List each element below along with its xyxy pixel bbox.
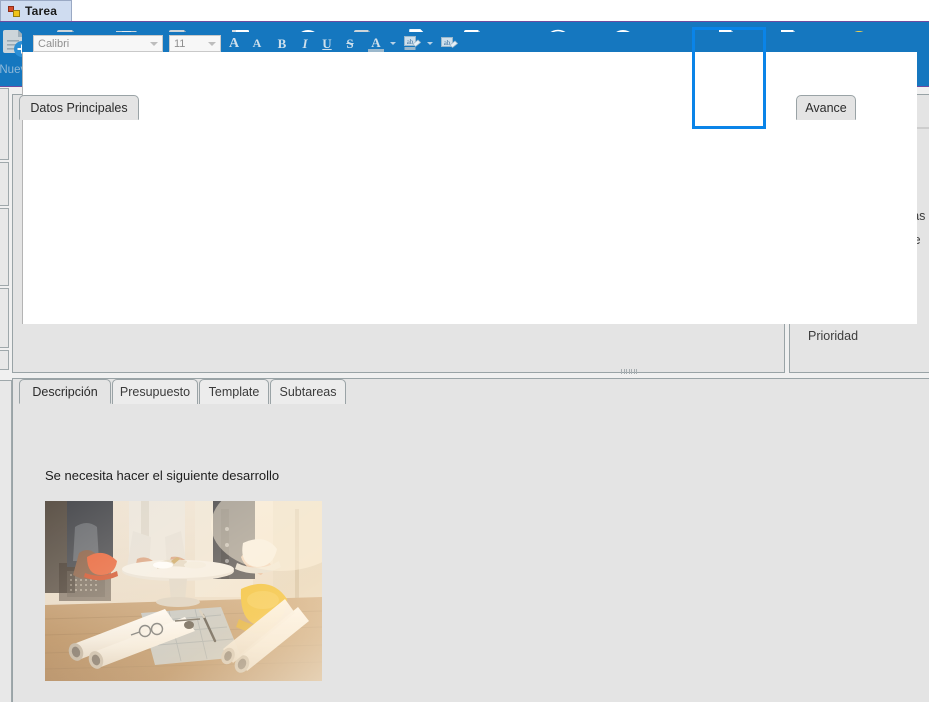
svg-text:ab: ab (406, 38, 413, 46)
left-panel-segment-2 (0, 162, 9, 206)
tab-descripcion[interactable]: Descripción (19, 379, 111, 404)
tab-template-label: Template (209, 385, 260, 399)
tab-template[interactable]: Template (199, 379, 269, 404)
font-size-chevron-icon[interactable] (208, 42, 216, 46)
document-tab-tarea[interactable]: Tarea (0, 0, 72, 21)
font-family-select[interactable]: Calibri (33, 35, 163, 52)
strikethrough-icon[interactable]: S (342, 36, 358, 51)
construction-blueprint-photo (45, 501, 322, 681)
tab-datos-principales-label: Datos Principales (30, 101, 127, 115)
horizontal-splitter-grip[interactable] (621, 369, 637, 374)
font-color-icon[interactable]: A (368, 36, 384, 52)
description-editor[interactable] (22, 52, 917, 324)
left-panel-segment-5 (0, 350, 9, 370)
tab-subtareas-label: Subtareas (280, 385, 337, 399)
font-size-value: 11 (170, 38, 185, 50)
description-image (45, 501, 322, 681)
avance-row-prioridad: Prioridad (808, 329, 858, 343)
font-color-dropdown-icon[interactable] (390, 42, 396, 45)
application-window: Tarea Nuevo (0, 0, 929, 702)
document-tab-strip: Tarea (0, 0, 929, 21)
bold-icon[interactable]: B (274, 36, 290, 51)
left-panel-segment-3 (0, 208, 9, 286)
left-collapsed-panels (0, 88, 12, 373)
svg-text:ab: ab (443, 39, 450, 47)
underline-icon[interactable]: U (319, 36, 335, 51)
left-panel-segment-4 (0, 288, 9, 348)
grow-font-icon[interactable]: A (225, 36, 243, 51)
left-panel-segment-1 (0, 88, 9, 160)
tab-presupuesto-label: Presupuesto (120, 385, 190, 399)
font-size-select[interactable]: 11 (169, 35, 221, 52)
tab-datos-principales[interactable]: Datos Principales (19, 95, 139, 120)
tab-descripcion-label: Descripción (32, 385, 97, 399)
tab-avance-label: Avance (805, 101, 846, 115)
vs-form-icon (8, 6, 20, 17)
tab-presupuesto[interactable]: Presupuesto (112, 379, 198, 404)
tab-avance[interactable]: Avance (796, 95, 856, 120)
description-paragraph: Se necesita hacer el siguiente desarroll… (45, 468, 279, 483)
font-family-value: Calibri (34, 38, 69, 50)
tab-subtareas[interactable]: Subtareas (270, 379, 346, 404)
document-tab-label: Tarea (25, 4, 57, 18)
shrink-font-icon[interactable]: A (248, 36, 266, 51)
italic-icon[interactable]: I (298, 36, 312, 51)
highlight-color-icon[interactable]: ab (403, 36, 421, 51)
font-family-chevron-icon[interactable] (150, 42, 158, 46)
highlight-color-dropdown-icon[interactable] (427, 42, 433, 45)
left-collapsed-panel-bottom (0, 380, 12, 702)
text-highlight-icon[interactable]: ab (440, 36, 458, 51)
